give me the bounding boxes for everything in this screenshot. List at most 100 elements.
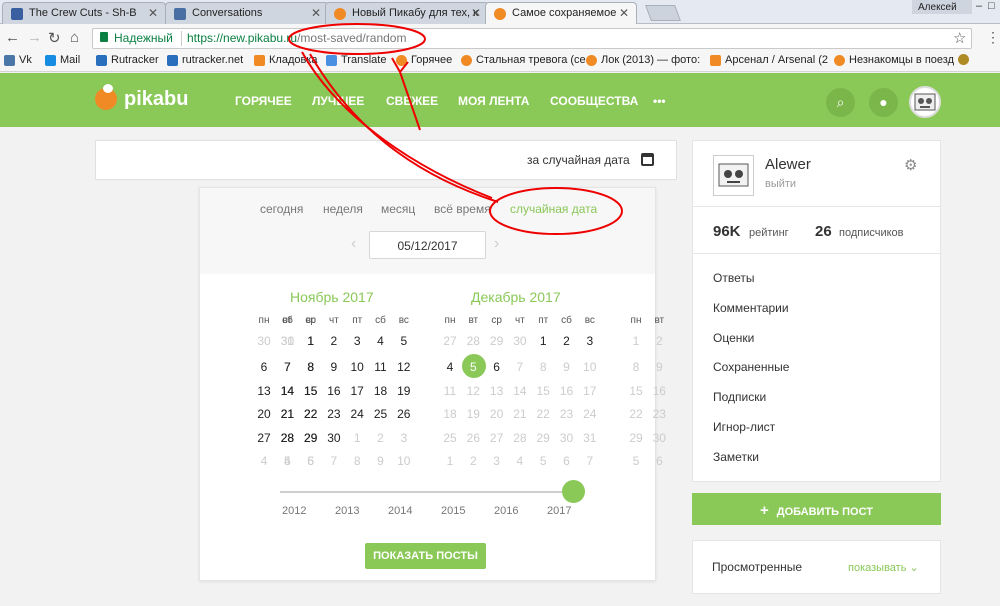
profile-menu-subscriptions[interactable]: Подписки <box>713 390 766 404</box>
close-icon[interactable]: ✕ <box>619 6 629 20</box>
url-text[interactable]: https://new.pikabu.ru/most-saved/random <box>187 31 406 45</box>
calendar-day[interactable]: 15 <box>532 384 554 398</box>
calendar-day[interactable]: 12 <box>393 360 415 374</box>
calendar-day[interactable]: 1 <box>439 454 461 468</box>
home-icon[interactable]: ⌂ <box>70 29 79 46</box>
calendar-day[interactable]: 12 <box>462 384 484 398</box>
calendar-day[interactable]: 30 <box>323 431 345 445</box>
calendar-day[interactable]: 27 <box>486 431 508 445</box>
calendar-day[interactable]: 23 <box>648 407 670 421</box>
nav-communities[interactable]: СООБЩЕСТВА <box>550 94 638 108</box>
calendar-day[interactable]: 29 <box>625 431 647 445</box>
calendar-day[interactable]: 27 <box>253 431 275 445</box>
calendar-day[interactable]: 14 <box>509 384 531 398</box>
calendar-day[interactable]: 18 <box>439 407 461 421</box>
calendar-day[interactable]: 4 <box>277 454 299 468</box>
calendar-day[interactable]: 14 <box>277 384 299 398</box>
calendar-day[interactable]: 5 <box>625 454 647 468</box>
calendar-day[interactable]: 25 <box>370 407 392 421</box>
calendar-day[interactable]: 1 <box>346 431 368 445</box>
show-posts-button[interactable]: ПОКАЗАТЬ ПОСТЫ <box>365 543 486 569</box>
calendar-day[interactable]: 1 <box>532 334 554 348</box>
calendar-day[interactable]: 6 <box>486 360 508 374</box>
calendar-day[interactable]: 2 <box>323 334 345 348</box>
calendar-day[interactable]: 10 <box>579 360 601 374</box>
year-label[interactable]: 2012 <box>282 505 306 517</box>
calendar-day[interactable]: 9 <box>648 360 670 374</box>
calendar-day[interactable]: 19 <box>393 384 415 398</box>
close-icon[interactable]: ✕ <box>148 6 158 20</box>
bookmark-neznakomcy[interactable]: Незнакомцы в поезд <box>834 54 954 66</box>
calendar-day[interactable]: 7 <box>323 454 345 468</box>
calendar-day[interactable]: 30 <box>277 334 299 348</box>
calendar-day[interactable]: 24 <box>579 407 601 421</box>
profile-menu-notes[interactable]: Заметки <box>713 450 759 464</box>
calendar-day[interactable]: 3 <box>346 334 368 348</box>
add-post-button[interactable]: + ДОБАВИТЬ ПОСТ <box>692 493 941 525</box>
calendar-day[interactable]: 30 <box>556 431 578 445</box>
calendar-day[interactable]: 29 <box>532 431 554 445</box>
calendar-day[interactable]: 20 <box>253 407 275 421</box>
new-tab-button[interactable] <box>645 5 681 21</box>
calendar-day[interactable]: 6 <box>556 454 578 468</box>
calendar-day[interactable]: 17 <box>579 384 601 398</box>
maximize-icon[interactable]: □ <box>988 0 995 12</box>
bookmark-arsenal[interactable]: Арсенал / Arsenal (2 <box>710 54 828 66</box>
calendar-icon[interactable] <box>641 153 654 166</box>
calendar-day[interactable]: 5 <box>462 360 484 374</box>
calendar-day[interactable]: 11 <box>439 384 461 398</box>
year-slider-knob[interactable] <box>562 480 585 503</box>
calendar-day[interactable]: 9 <box>370 454 392 468</box>
calendar-day[interactable]: 7 <box>509 360 531 374</box>
bookmark-more[interactable] <box>958 54 969 68</box>
forward-icon[interactable]: → <box>27 29 42 46</box>
bookmark-translate[interactable]: Translate <box>326 54 386 66</box>
calendar-day[interactable]: 5 <box>393 334 415 348</box>
bookmark-mail[interactable]: Mail <box>45 54 80 66</box>
period-today[interactable]: сегодня <box>260 202 303 216</box>
calendar-day[interactable]: 23 <box>323 407 345 421</box>
nav-fresh[interactable]: СВЕЖЕЕ <box>386 94 438 108</box>
period-random-date[interactable]: случайная дата <box>510 202 597 216</box>
logout-link[interactable]: выйти <box>765 178 796 190</box>
calendar-day[interactable]: 18 <box>370 384 392 398</box>
period-all-time[interactable]: всё время <box>434 202 491 216</box>
calendar-day[interactable]: 24 <box>346 407 368 421</box>
calendar-day[interactable]: 1 <box>625 334 647 348</box>
calendar-day[interactable]: 2 <box>370 431 392 445</box>
calendar-day[interactable]: 11 <box>370 360 392 374</box>
tab-pikabu-new[interactable]: Новый Пикабу для тех, к ✕ <box>325 2 489 24</box>
bookmark-star-icon[interactable]: ☆ <box>953 29 966 47</box>
nav-my-feed[interactable]: МОЯ ЛЕНТА <box>458 94 529 108</box>
close-icon[interactable]: ✕ <box>311 6 321 20</box>
calendar-day[interactable]: 10 <box>393 454 415 468</box>
bookmark-kladovka[interactable]: Кладовка <box>254 54 318 66</box>
profile-menu-answers[interactable]: Ответы <box>713 271 754 285</box>
calendar-day[interactable]: 9 <box>323 360 345 374</box>
profile-menu-ratings[interactable]: Оценки <box>713 331 754 345</box>
calendar-day[interactable]: 22 <box>625 407 647 421</box>
calendar-day[interactable]: 26 <box>393 407 415 421</box>
calendar-day[interactable]: 3 <box>393 431 415 445</box>
nav-more[interactable]: ••• <box>653 94 666 108</box>
tab-most-saved[interactable]: Самое сохраняемое ✕ <box>485 2 637 25</box>
calendar-day[interactable]: 30 <box>509 334 531 348</box>
calendar-day[interactable]: 17 <box>346 384 368 398</box>
calendar-day[interactable]: 29 <box>300 431 322 445</box>
profile-menu-ignore-list[interactable]: Игнор-лист <box>713 420 775 434</box>
browser-user-chip[interactable]: Алексей <box>912 0 972 14</box>
close-icon[interactable]: ✕ <box>471 6 481 20</box>
calendar-day[interactable]: 2 <box>462 454 484 468</box>
calendar-day[interactable]: 8 <box>346 454 368 468</box>
nav-hot[interactable]: ГОРЯЧЕЕ <box>235 94 292 108</box>
browser-menu-icon[interactable]: ⋮ <box>986 29 1000 46</box>
calendar-day[interactable]: 3 <box>579 334 601 348</box>
calendar-day[interactable]: 4 <box>370 334 392 348</box>
bookmark-stalnaya[interactable]: Стальная тревога (се <box>461 54 586 66</box>
calendar-day[interactable]: 6 <box>253 360 275 374</box>
calendar-day[interactable]: 21 <box>509 407 531 421</box>
chevron-right-icon[interactable]: › <box>494 235 499 253</box>
calendar-day[interactable]: 30 <box>648 431 670 445</box>
profile-avatar[interactable] <box>713 155 754 196</box>
calendar-day[interactable]: 31 <box>579 431 601 445</box>
